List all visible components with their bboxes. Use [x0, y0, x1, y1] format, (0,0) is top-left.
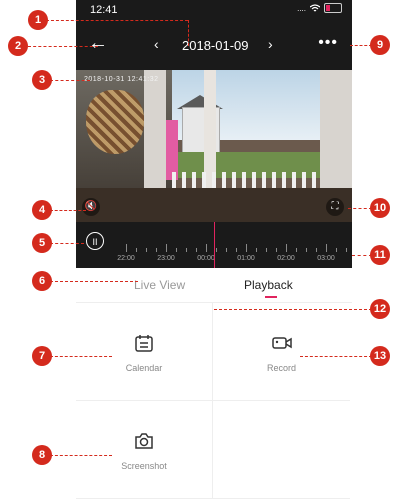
leader-6 — [50, 281, 138, 282]
timeline-minor-tick — [226, 248, 227, 252]
video-railing — [172, 172, 322, 188]
date-label: 2018-01-09 — [182, 38, 249, 53]
timeline-tick-label: 00:00 — [197, 255, 215, 262]
video-porch-floor — [76, 188, 352, 222]
calendar-button[interactable]: Calendar — [76, 303, 213, 401]
timeline-tick-label: 22:00 — [117, 255, 135, 262]
nav-bar: ← ‹ 2018-01-09 › ••• — [76, 30, 352, 60]
screenshot-label: Screenshot — [121, 461, 167, 471]
leader-10 — [348, 208, 372, 209]
callout-6: 6 — [32, 271, 52, 291]
callout-11: 11 — [370, 245, 390, 265]
tab-playback[interactable]: Playback — [244, 278, 293, 292]
video-hanging-chair — [86, 90, 144, 154]
timeline-minor-tick — [306, 248, 307, 252]
timeline-minor-tick — [156, 248, 157, 252]
status-indicators: .... — [297, 3, 342, 13]
timeline-tick — [286, 244, 287, 252]
active-tab-indicator — [265, 296, 277, 298]
video-camera-icon — [271, 337, 292, 349]
timeline-minor-tick — [266, 248, 267, 252]
callout-8: 8 — [32, 445, 52, 465]
timeline-minor-tick — [136, 248, 137, 252]
leader-5 — [50, 243, 84, 244]
timeline-tick — [246, 244, 247, 252]
timeline-tick — [126, 244, 127, 252]
callout-12: 12 — [370, 299, 390, 319]
signal-icon: .... — [297, 3, 306, 13]
timeline-minor-tick — [146, 248, 147, 252]
timeline-ticks: 22:00 23:00 00:00 01:00 02:00 03:00 — [116, 242, 352, 262]
calendar-label: Calendar — [125, 363, 163, 373]
camera-icon — [135, 433, 153, 449]
timeline-tick-label: 03:00 — [317, 255, 335, 262]
timeline-tick — [206, 244, 207, 252]
leader-9 — [350, 45, 372, 46]
wifi-icon — [310, 4, 320, 12]
timeline-minor-tick — [196, 248, 197, 252]
status-bar: 12:41 .... — [76, 0, 352, 20]
video-timestamp: 2018-10-31 12:41:32 — [84, 76, 159, 83]
callout-3: 3 — [32, 70, 52, 90]
leader-2 — [28, 46, 98, 47]
leader-12 — [214, 309, 372, 310]
video-pink-cloth — [166, 120, 178, 180]
timeline-minor-tick — [176, 248, 177, 252]
timeline-minor-tick — [256, 248, 257, 252]
battery-icon — [324, 3, 342, 13]
timeline-minor-tick — [346, 248, 347, 252]
timeline-tick — [326, 244, 327, 252]
callout-1: 1 — [28, 10, 48, 30]
timeline-minor-tick — [186, 248, 187, 252]
more-options-icon[interactable]: ••• — [318, 34, 338, 52]
previous-date-button[interactable]: ‹ — [154, 36, 159, 52]
mute-speaker-icon[interactable]: 🔇 — [82, 198, 100, 216]
fullscreen-icon[interactable]: ⛶ — [326, 198, 344, 216]
tab-live-view[interactable]: Live View — [134, 278, 185, 292]
leader-8 — [50, 455, 112, 456]
phone-screen: 12:41 .... ← ‹ 2018-01-09 › ••• 2018-10-… — [76, 0, 352, 500]
screenshot-button[interactable]: Screenshot — [76, 401, 213, 499]
record-label: Record — [266, 363, 296, 373]
back-arrow-icon[interactable]: ← — [88, 32, 108, 55]
view-tabs: Live View Playback — [76, 268, 352, 303]
leader-7 — [50, 356, 112, 357]
timeline-tick — [166, 244, 167, 252]
next-date-button[interactable]: › — [268, 36, 273, 52]
action-grid: Calendar Record Screenshot — [76, 303, 352, 500]
calendar-icon — [135, 335, 153, 352]
callout-7: 7 — [32, 346, 52, 366]
timeline-minor-tick — [316, 248, 317, 252]
timeline-tick-label: 02:00 — [277, 255, 295, 262]
timeline-minor-tick — [276, 248, 277, 252]
record-button[interactable]: Record — [213, 303, 350, 401]
timeline-minor-tick — [216, 248, 217, 252]
pause-icon[interactable]: II — [86, 232, 104, 250]
leader-4 — [50, 210, 86, 211]
timeline-tick-label: 23:00 — [157, 255, 175, 262]
leader-3 — [50, 80, 90, 81]
callout-4: 4 — [32, 200, 52, 220]
status-time: 12:41 — [90, 4, 118, 16]
empty-cell — [213, 401, 350, 499]
leader-1 — [46, 20, 188, 21]
leader-13 — [300, 356, 372, 357]
leader-11 — [352, 255, 372, 256]
video-player[interactable]: 2018-10-31 12:41:32 🔇 ⛶ — [76, 70, 352, 222]
callout-2: 2 — [8, 36, 28, 56]
callout-13: 13 — [370, 346, 390, 366]
leader-1-v — [188, 20, 189, 46]
callout-9: 9 — [370, 35, 390, 55]
timeline-tick-label: 01:00 — [237, 255, 255, 262]
callout-5: 5 — [32, 233, 52, 253]
callout-10: 10 — [370, 198, 390, 218]
timeline-minor-tick — [296, 248, 297, 252]
timeline-minor-tick — [236, 248, 237, 252]
timeline-minor-tick — [336, 248, 337, 252]
